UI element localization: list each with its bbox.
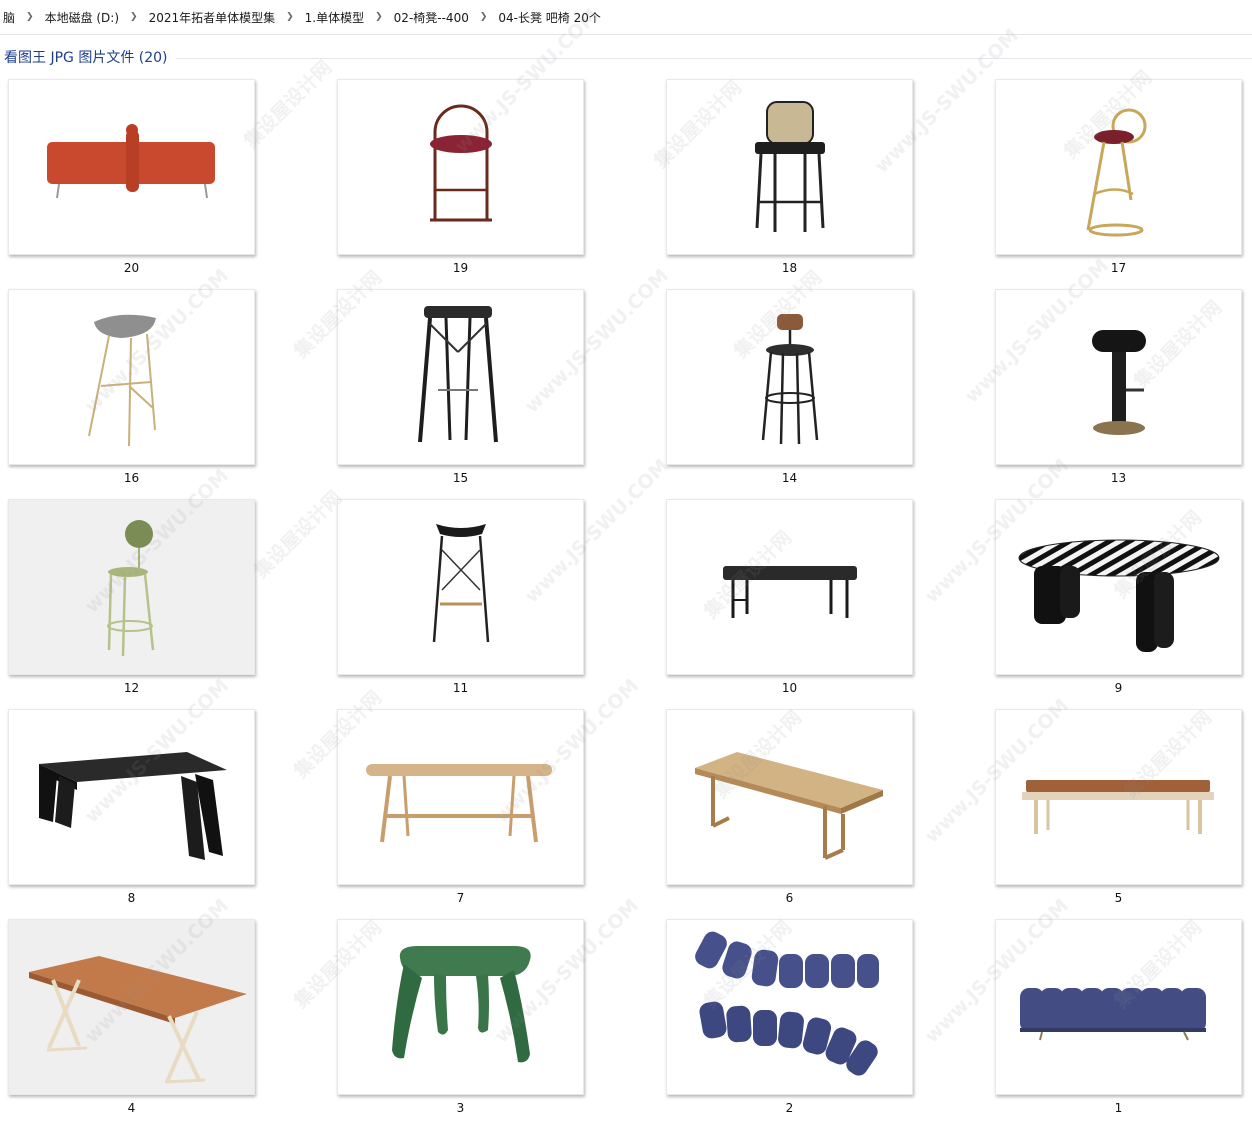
file-name: 8 xyxy=(127,891,136,905)
breadcrumb-item[interactable]: 脑 xyxy=(0,9,18,26)
chevron-right-icon: ❯ xyxy=(286,12,294,22)
file-item[interactable]: 18 xyxy=(666,79,913,275)
chevron-right-icon: ❯ xyxy=(26,12,34,22)
grey-seat-tripod-stool-thumbnail[interactable] xyxy=(8,289,255,465)
file-item[interactable]: 16 xyxy=(8,289,255,485)
breadcrumb-item[interactable]: 2021年拓者单体模型集 xyxy=(146,9,279,26)
black-slab-bench-thumbnail[interactable] xyxy=(8,709,255,885)
file-item[interactable]: 17 xyxy=(995,79,1242,275)
breadcrumb: 脑 ❯ 本地磁盘 (D:) ❯ 2021年拓者单体模型集 ❯ 1.单体模型 ❯ 02-椅凳--4… xyxy=(0,0,1252,35)
round-base-bar-stool-thumbnail[interactable] xyxy=(995,289,1242,465)
breadcrumb-item[interactable]: 02-椅凳--400 xyxy=(391,9,472,26)
leather-sling-bench-thumbnail[interactable] xyxy=(8,919,255,1095)
chevron-right-icon: ❯ xyxy=(479,12,488,22)
file-name: 15 xyxy=(452,471,469,485)
file-item[interactable]: 12 xyxy=(8,499,255,695)
file-item[interactable]: 10 xyxy=(666,499,913,695)
breadcrumb-item[interactable]: 1.单体模型 xyxy=(302,9,367,26)
watermark-text: 集设屋设计网 xyxy=(249,486,347,583)
file-name: 13 xyxy=(1110,471,1127,485)
file-name: 5 xyxy=(1114,891,1123,905)
striped-top-bench-thumbnail[interactable] xyxy=(995,499,1242,675)
file-name: 14 xyxy=(781,471,798,485)
file-item[interactable]: 8 xyxy=(8,709,255,905)
file-name: 20 xyxy=(123,261,140,275)
gold-ring-bar-stool-thumbnail[interactable] xyxy=(995,79,1242,255)
chevron-right-icon: ❯ xyxy=(130,12,138,22)
leather-cushion-bench-thumbnail[interactable] xyxy=(995,709,1242,885)
file-item[interactable]: 20 xyxy=(8,79,255,275)
breadcrumb-item[interactable]: 04-长凳 吧椅 20个 xyxy=(495,9,604,26)
file-name: 10 xyxy=(781,681,798,695)
file-item[interactable]: 14 xyxy=(666,289,913,485)
file-name: 11 xyxy=(452,681,469,695)
oak-trestle-bench-thumbnail[interactable] xyxy=(337,709,584,885)
red-ottoman-bench-thumbnail[interactable] xyxy=(8,79,255,255)
file-item[interactable]: 6 xyxy=(666,709,913,905)
file-name: 19 xyxy=(452,261,469,275)
navy-tufted-bench-thumbnail[interactable] xyxy=(995,919,1242,1095)
file-name: 12 xyxy=(123,681,140,695)
file-item[interactable]: 3 xyxy=(337,919,584,1115)
green-velvet-stool-thumbnail[interactable] xyxy=(337,919,584,1095)
file-item[interactable]: 4 xyxy=(8,919,255,1115)
green-round-back-stool-thumbnail[interactable] xyxy=(8,499,255,675)
black-upholstered-bench-thumbnail[interactable] xyxy=(666,499,913,675)
group-header[interactable]: 看图王 JPG 图片文件 (20) xyxy=(0,46,1252,68)
file-item[interactable]: 9 xyxy=(995,499,1242,695)
file-item[interactable]: 7 xyxy=(337,709,584,905)
file-name: 4 xyxy=(127,1101,136,1115)
file-name: 16 xyxy=(123,471,140,485)
file-item[interactable]: 5 xyxy=(995,709,1242,905)
file-item[interactable]: 15 xyxy=(337,289,584,485)
file-name: 17 xyxy=(1110,261,1127,275)
arched-bar-stool-thumbnail[interactable] xyxy=(337,79,584,255)
group-divider xyxy=(175,57,1252,59)
file-name: 1 xyxy=(1114,1101,1123,1115)
cross-frame-bar-stool-thumbnail[interactable] xyxy=(337,499,584,675)
file-item[interactable]: 2 xyxy=(666,919,913,1115)
file-name: 6 xyxy=(785,891,794,905)
file-item[interactable]: 13 xyxy=(995,289,1242,485)
file-name: 7 xyxy=(456,891,465,905)
file-item[interactable]: 19 xyxy=(337,79,584,275)
chevron-right-icon: ❯ xyxy=(375,12,383,22)
navy-tufted-lounger-thumbnail[interactable] xyxy=(666,919,913,1095)
file-item[interactable]: 11 xyxy=(337,499,584,695)
wood-back-bar-stool-thumbnail[interactable] xyxy=(666,289,913,465)
file-name: 9 xyxy=(1114,681,1123,695)
file-name: 3 xyxy=(456,1101,465,1115)
breadcrumb-item[interactable]: 本地磁盘 (D:) xyxy=(42,9,122,26)
rattan-back-bar-stool-thumbnail[interactable] xyxy=(666,79,913,255)
woven-seat-bench-thumbnail[interactable] xyxy=(666,709,913,885)
black-wood-bar-stool-thumbnail[interactable] xyxy=(337,289,584,465)
file-item[interactable]: 1 xyxy=(995,919,1242,1115)
file-name: 2 xyxy=(785,1101,794,1115)
file-name: 18 xyxy=(781,261,798,275)
group-title: 看图王 JPG 图片文件 (20) xyxy=(4,50,168,66)
